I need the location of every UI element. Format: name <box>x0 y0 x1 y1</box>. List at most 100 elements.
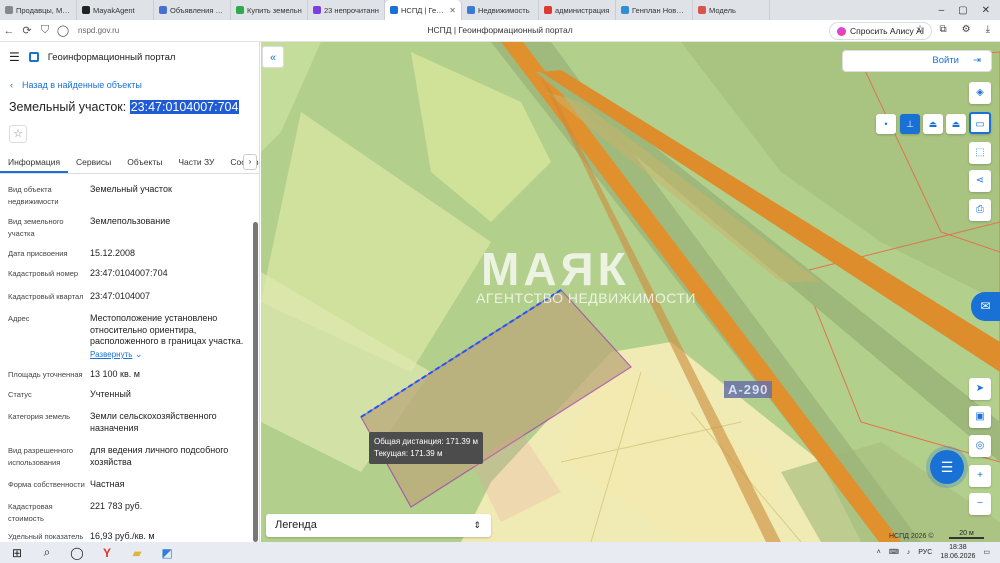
legend-label: Легенда <box>275 519 317 531</box>
attr-key: Кадастровый квартал <box>8 292 84 301</box>
legend-dropdown[interactable]: Легенда ⇕ <box>266 514 491 537</box>
attr-key: Адрес <box>8 314 30 323</box>
browser-tab-label: Модель <box>709 5 736 15</box>
zoom-in-icon[interactable]: + <box>969 465 991 487</box>
attr-key: Статус <box>8 390 32 399</box>
notifications-icon[interactable]: ▭ <box>983 548 990 556</box>
attr-value: Землепользование <box>90 216 171 226</box>
favorite-star-icon[interactable]: ☆ <box>9 125 27 143</box>
file-explorer-icon[interactable]: ▰ <box>128 546 146 560</box>
road-label: А-290 <box>724 381 773 398</box>
attr-value: 15.12.2008 <box>90 248 136 258</box>
info-tabs: Информация Сервисы Объекты Части ЗУ Сост… <box>0 152 259 174</box>
protect-icon[interactable]: ⛉ <box>36 24 54 37</box>
menu-icon[interactable]: ☰ <box>9 50 20 64</box>
object-cadastral-number[interactable]: 23:47:0104007:704 <box>129 100 240 114</box>
geolocation-icon[interactable]: ➤ <box>969 378 991 400</box>
distance-tooltip: Общая дистанция: 171.39 м Текущая: 171.3… <box>369 432 483 464</box>
close-window-icon[interactable]: ✕ <box>982 5 990 16</box>
share-icon[interactable]: ⋖ <box>969 170 991 192</box>
browser-tab-label: НСПД | Геоинф <box>401 5 446 15</box>
tab-services[interactable]: Сервисы <box>68 152 119 173</box>
attr-key: Удельный показатель <box>8 532 84 541</box>
login-button[interactable]: Войти ⇥ <box>842 50 992 72</box>
browser-tab[interactable]: Модель <box>693 0 770 20</box>
browser-tab[interactable]: администрация <box>539 0 616 20</box>
tab-favicon-icon <box>698 6 706 14</box>
attr-key: Категория земель <box>8 412 71 421</box>
attr-value: 16,93 руб./кв. м <box>90 531 155 541</box>
browser-tab[interactable]: 23 непрочитанн <box>308 0 385 20</box>
language-indicator[interactable]: РУС <box>918 549 932 556</box>
yandex-browser-icon[interactable]: Y <box>98 546 116 560</box>
tabs-next-icon[interactable]: › <box>243 154 257 170</box>
paint-app-icon[interactable]: ◩ <box>158 546 176 560</box>
attr-value: 221 783 руб. <box>90 501 143 511</box>
map-view[interactable]: МАЯК АГЕНТСТВО НЕДВИЖИМОСТИ А-290 Общая … <box>261 42 1000 542</box>
browser-tab-label: Продавцы, Мои о <box>16 5 71 15</box>
attr-key: Кадастровый номер <box>8 269 79 278</box>
windows-start-icon[interactable]: ⊞ <box>8 546 26 560</box>
agency-watermark: МАЯК АГЕНТСТВО НЕДВИЖИМОСТИ <box>431 242 731 306</box>
back-to-results-link[interactable]: ‹ Назад в найденные объекты <box>10 80 142 90</box>
minimap-icon[interactable]: ▣ <box>969 406 991 428</box>
radius-measure-icon[interactable]: ⏏ <box>946 114 966 134</box>
clock[interactable]: 18:38 18.06.2026 <box>940 543 975 561</box>
task-view-icon[interactable]: ◯ <box>68 546 86 560</box>
tab-favicon-icon <box>236 6 244 14</box>
tab-information[interactable]: Информация <box>0 152 69 173</box>
refresh-icon[interactable]: ⟳ <box>18 24 36 37</box>
ruler-icon[interactable]: ▭ <box>969 112 991 134</box>
select-area-icon[interactable]: ⬚ <box>969 142 991 164</box>
collapse-panel-button[interactable]: « <box>262 46 284 68</box>
downloads-icon[interactable]: ⤓ <box>986 24 990 35</box>
close-tab-icon[interactable]: ✕ <box>449 6 456 15</box>
browser-tab-bar: Продавцы, Мои о MayakAgent Объявления нед К… <box>0 0 1000 20</box>
site-info-icon[interactable]: ◯ <box>54 24 72 37</box>
attr-value: Местоположение установлено относительно … <box>90 313 244 346</box>
back-to-results-label: Назад в найденные объекты <box>22 80 142 90</box>
panel-scrollbar[interactable] <box>253 222 258 542</box>
browser-tab[interactable]: НСПД | Геоинф✕ <box>385 0 462 20</box>
tabs-icon[interactable]: ⧉ <box>939 24 946 35</box>
browser-tab[interactable]: Недвижимость <box>462 0 539 20</box>
maximize-icon[interactable]: ▢ <box>958 5 967 16</box>
bookmark-icon[interactable]: ☆ <box>916 24 925 35</box>
attr-value: Учтенный <box>90 389 131 399</box>
browser-tab[interactable]: Объявления нед <box>154 0 231 20</box>
tab-favicon-icon <box>159 6 167 14</box>
search-icon[interactable]: ⌕ <box>38 545 56 560</box>
help-chat-icon[interactable]: ✉ <box>971 292 1000 321</box>
attr-key: Форма собственности <box>8 480 85 489</box>
line-measure-icon[interactable]: ⊥ <box>900 114 920 134</box>
clock-date: 18.06.2026 <box>940 553 976 560</box>
tab-objects[interactable]: Объекты <box>119 152 170 173</box>
browser-tab[interactable]: Продавцы, Мои о <box>0 0 77 20</box>
street-view-icon[interactable]: ◎ <box>969 435 991 457</box>
area-measure-icon[interactable]: ⏏ <box>923 114 943 134</box>
point-measure-icon[interactable]: • <box>876 114 896 134</box>
watermark-subtitle: АГЕНТСТВО НЕДВИЖИМОСТИ <box>476 290 696 306</box>
attr-value: 23:47:0104007:704 <box>90 268 168 278</box>
chevron-updown-icon: ⇕ <box>473 520 481 530</box>
extensions-icon[interactable]: ⚙ <box>962 24 971 35</box>
tray-arrow-icon[interactable]: ˄ <box>877 549 881 556</box>
browser-tab[interactable]: MayakAgent <box>77 0 154 20</box>
attr-key: Вид разрешенного использования <box>8 446 74 467</box>
minimize-icon[interactable]: – <box>939 5 945 16</box>
zoom-out-icon[interactable]: − <box>969 493 991 515</box>
tab-parts[interactable]: Части ЗУ <box>170 152 222 173</box>
expand-address-link[interactable]: Развернуть <box>90 350 132 359</box>
chat-fab-icon[interactable]: ☰ <box>930 450 964 484</box>
back-nav-icon[interactable]: ← <box>0 25 18 37</box>
url-text[interactable]: nspd.gov.ru <box>78 26 119 35</box>
tab-favicon-icon <box>390 6 398 14</box>
layers-icon[interactable]: ◈ <box>969 82 991 104</box>
window-controls: – ▢ ✕ <box>939 5 1000 16</box>
network-icon[interactable]: ⌨ <box>889 548 899 556</box>
browser-tab[interactable]: Генплан Новорос <box>616 0 693 20</box>
attr-key: Вид земельного участка <box>8 217 64 238</box>
volume-icon[interactable]: ♪ <box>907 549 911 556</box>
browser-tab[interactable]: Купить земельн <box>231 0 308 20</box>
print-icon[interactable]: ⎙ <box>969 199 991 221</box>
